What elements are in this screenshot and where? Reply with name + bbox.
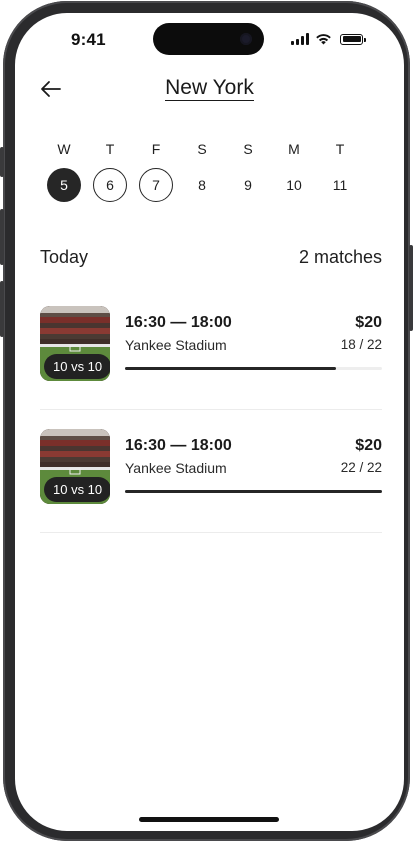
- app-screen: 9:41 New York W 5 T 6 F 7 S 8 S 9 M 10 T…: [15, 13, 404, 831]
- spots-progress-bar: [125, 367, 382, 370]
- match-venue: Yankee Stadium: [125, 337, 227, 353]
- volume-down-button: [0, 281, 4, 337]
- day-number[interactable]: 5: [47, 168, 81, 202]
- day-column: S 9: [225, 140, 271, 202]
- match-spots: 22 / 22: [340, 460, 382, 475]
- summary-day-label: Today: [40, 247, 89, 267]
- spots-progress-fill: [125, 490, 382, 493]
- match-card[interactable]: 10 vs 10 16:30 — 18:00 Yankee Stadium $2…: [40, 429, 382, 533]
- phone-frame: 9:41 New York W 5 T 6 F 7 S 8 S 9 M 10 T…: [0, 1, 413, 841]
- day-letter: S: [243, 141, 253, 157]
- day-column: W 5: [41, 140, 87, 202]
- day-letter: T: [335, 141, 345, 157]
- match-format-badge: 10 vs 10: [44, 477, 110, 502]
- divider: [40, 409, 382, 410]
- power-button: [409, 245, 413, 331]
- status-time: 9:41: [71, 30, 106, 49]
- camera-icon: [240, 33, 252, 45]
- page-title: New York: [15, 76, 404, 101]
- day-number[interactable]: 10: [277, 168, 311, 202]
- day-letter: S: [197, 141, 207, 157]
- day-number[interactable]: 11: [323, 168, 357, 202]
- match-venue: Yankee Stadium: [125, 460, 227, 476]
- action-button: [0, 147, 4, 177]
- day-column: F 7: [133, 140, 179, 202]
- match-price: $20: [355, 437, 382, 454]
- day-letter: M: [288, 141, 300, 157]
- city-name[interactable]: New York: [165, 76, 254, 101]
- day-letter: F: [151, 141, 161, 157]
- spots-progress-fill: [125, 367, 336, 370]
- day-column: T 6: [87, 140, 133, 202]
- summary-match-count: 2 matches: [298, 247, 382, 267]
- day-column: S 8: [179, 140, 225, 202]
- cellular-signal-icon: [291, 33, 309, 45]
- day-column: T 11: [317, 140, 363, 202]
- match-price: $20: [355, 314, 382, 331]
- stadium-thumbnail: 10 vs 10: [40, 429, 110, 504]
- day-column: M 10: [271, 140, 317, 202]
- dynamic-island: [153, 23, 264, 55]
- match-format-badge: 10 vs 10: [44, 354, 110, 379]
- match-time: 16:30 — 18:00: [125, 437, 232, 454]
- week-selector: W 5 T 6 F 7 S 8 S 9 M 10 T 11: [41, 140, 386, 202]
- matches-summary: Today 2 matches: [40, 247, 382, 268]
- divider: [40, 532, 382, 533]
- match-time: 16:30 — 18:00: [125, 314, 232, 331]
- spots-progress-bar: [125, 490, 382, 493]
- match-card[interactable]: 10 vs 10 16:30 — 18:00 Yankee Stadium $2…: [40, 306, 382, 410]
- day-letter: T: [105, 141, 115, 157]
- status-icons: [291, 33, 366, 45]
- battery-icon: [340, 33, 366, 45]
- wifi-icon: [316, 34, 331, 45]
- stadium-thumbnail: 10 vs 10: [40, 306, 110, 381]
- day-number[interactable]: 8: [185, 168, 219, 202]
- volume-up-button: [0, 209, 4, 265]
- day-number[interactable]: 6: [93, 168, 127, 202]
- home-indicator[interactable]: [139, 817, 279, 822]
- day-number[interactable]: 7: [139, 168, 173, 202]
- match-spots: 18 / 22: [340, 337, 382, 352]
- day-letter: W: [57, 141, 71, 157]
- day-number[interactable]: 9: [231, 168, 265, 202]
